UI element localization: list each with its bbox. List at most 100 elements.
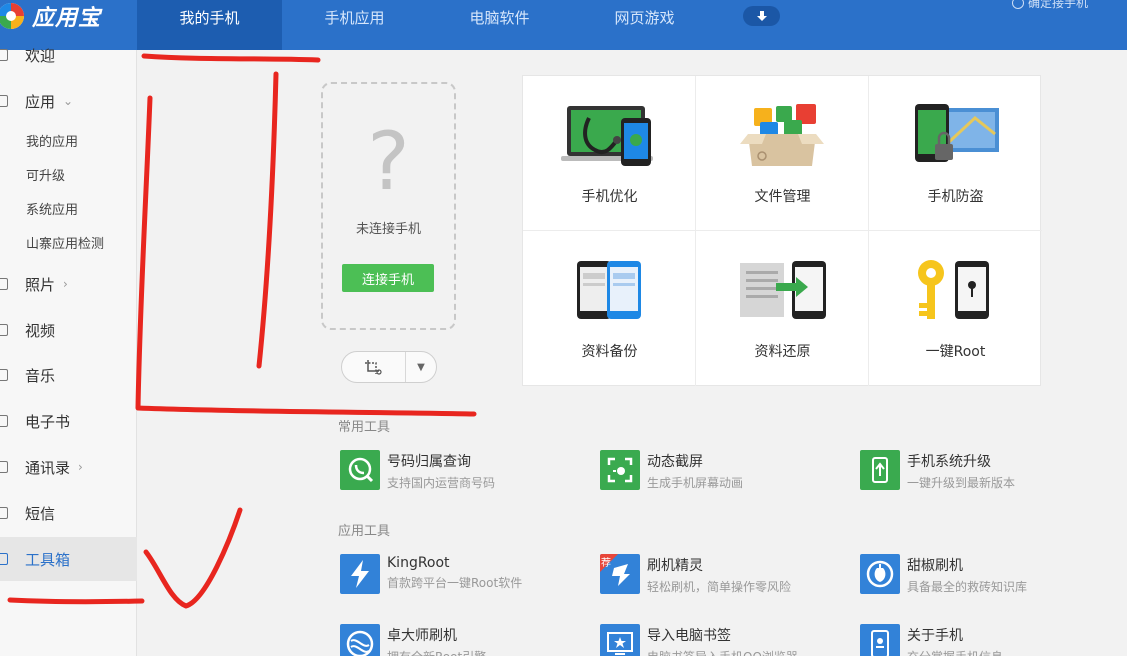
video-icon [0,324,8,336]
connect-phone-label: 确定接手机 [1028,0,1089,10]
feature-anti-theft[interactable]: 手机防盗 [869,76,1042,231]
annotation-check-mark [143,507,243,609]
sidebar-sub-fake-app-check[interactable]: 山寨应用检测 [26,233,104,252]
sidebar-item-videos[interactable]: 视频 [0,318,137,342]
sidebar-sub-system-apps[interactable]: 系统应用 [26,199,78,218]
tool-kingroot[interactable]: KingRoot 首款跨平台一键Root软件 [340,554,522,594]
contacts-icon [0,461,8,473]
feature-label: 手机防盗 [927,189,984,205]
sidebar-item-label: 应用 [25,92,56,111]
feature-restore[interactable]: 资料还原 [696,231,869,386]
tool-pepper-flash[interactable]: 甜椒刷机 具备最全的救砖知识库 [860,554,1027,595]
tool-description: 充分掌握手机信息 [907,648,1003,656]
connect-status-icon [1012,0,1024,9]
backup-icon [577,261,641,319]
feature-file-manage[interactable]: 文件管理 [696,76,869,231]
tab-web-games[interactable]: 网页游戏 [572,0,717,50]
tool-name: 动态截屏 [647,454,703,470]
screenshot-button[interactable] [342,352,406,382]
phone-optimize-icon [561,106,653,166]
feature-label: 文件管理 [754,189,811,205]
tool-description: 电脑书签导入手机QQ浏览器 [647,648,798,656]
screen-capture-icon [600,450,640,490]
tool-import-bookmarks[interactable]: 导入电脑书签 电脑书签导入手机QQ浏览器 [600,624,798,656]
sidebar-item-apps[interactable]: 应用 ⌄ [0,89,137,113]
download-button[interactable] [743,6,780,26]
tab-my-phone[interactable]: 我的手机 [137,0,282,50]
tab-phone-apps[interactable]: 手机应用 [282,0,427,50]
anti-theft-icon [915,104,999,162]
screenshot-split-button: ▼ [341,351,437,383]
feature-grid: 手机优化 文件管理 手机防盗 资料备份 资料还原 一键Root [522,75,1042,386]
feature-backup[interactable]: 资料备份 [523,231,696,386]
sidebar-item-label: 短信 [25,504,56,523]
tool-description: 轻松刷机，简单操作零风险 [647,580,792,594]
feature-label: 资料备份 [581,344,638,360]
sidebar-item-music[interactable]: 音乐 [0,363,137,387]
sidebar-item-toolbox[interactable]: 工具箱 [0,537,137,581]
message-icon [0,507,8,519]
tool-system-upgrade[interactable]: 手机系统升级 一键升级到最新版本 [860,450,1015,491]
tool-name: 手机系统升级 [907,454,991,470]
music-icon [0,369,8,381]
sidebar-item-sms[interactable]: 短信 [0,501,137,525]
bookmark-import-icon [600,624,640,656]
feature-label: 手机优化 [581,189,638,205]
app-title: 应用宝 [32,6,102,31]
tool-name: 导入电脑书签 [647,628,731,644]
tool-master-flash[interactable]: 卓大师刷机 拥有全新Root引擎 [340,624,486,656]
tool-name: 甜椒刷机 [907,558,963,574]
section-title-app-tools: 应用工具 [338,524,391,539]
system-upgrade-icon [860,450,900,490]
tool-name: 关于手机 [907,628,963,644]
tool-flash-spirit[interactable]: 荐 刷机精灵 轻松刷机，简单操作零风险 [600,554,791,595]
feature-label: 一键Root [925,344,986,360]
connect-phone-button[interactable]: 连接手机 [342,264,434,292]
recommend-badge: 荐 [601,558,611,569]
phone-search-icon [340,450,380,490]
welcome-icon [0,49,8,61]
tool-name: 卓大师刷机 [387,628,457,644]
root-key-icon [918,260,989,319]
photo-icon [0,278,8,290]
sidebar-item-label: 电子书 [25,412,71,431]
file-manage-icon [740,104,824,166]
toolbox-icon [0,553,8,565]
book-icon [0,415,8,427]
feature-phone-optimize[interactable]: 手机优化 [523,76,696,231]
top-bar: 应用宝 我的手机 手机应用 电脑软件 网页游戏 确定接手机 [0,0,1127,50]
app-logo: 应用宝 [0,0,101,32]
main-nav: 我的手机 手机应用 电脑软件 网页游戏 [137,0,717,50]
sidebar-sub-my-apps[interactable]: 我的应用 [26,131,78,150]
sidebar-item-photos[interactable]: 照片 › [0,272,137,296]
chevron-down-icon: ⌄ [63,94,74,108]
sidebar-item-label: 通讯录 [25,458,71,477]
tool-dynamic-screenshot[interactable]: 动态截屏 生成手机屏幕动画 [600,450,743,491]
lightning-icon [340,554,380,594]
sidebar-item-contacts[interactable]: 通讯录 › [0,455,137,479]
tool-phone-number-lookup[interactable]: 号码归属查询 支持国内运营商号码 [340,450,495,491]
tool-description: 一键升级到最新版本 [907,476,1016,490]
connect-phone-link[interactable]: 确定接手机 [1012,0,1088,11]
sidebar-item-label: 照片 [25,275,56,294]
section-title-common-tools: 常用工具 [338,420,391,435]
crop-screenshot-icon [364,360,382,375]
feature-one-click-root[interactable]: 一键Root [869,231,1042,386]
sidebar-item-welcome[interactable]: 欢迎 [0,44,137,66]
sidebar-sub-upgradable[interactable]: 可升级 [26,165,65,184]
phone-placeholder-card: ? 未连接手机 连接手机 [321,82,456,330]
sidebar-item-label: 工具箱 [25,550,71,569]
sidebar-item-ebooks[interactable]: 电子书 [0,409,137,433]
annotation-underline-tab [141,53,321,63]
chevron-right-icon: › [78,460,83,474]
pepper-flash-icon [860,554,900,594]
chevron-right-icon: › [63,277,68,291]
sidebar-item-label: 欢迎 [25,46,56,65]
tool-name: 号码归属查询 [387,454,471,470]
tool-about-phone[interactable]: 关于手机 充分掌握手机信息 [860,624,1003,656]
chevron-down-icon[interactable]: ▼ [406,352,436,382]
sidebar-item-label: 视频 [25,321,56,340]
tab-pc-software[interactable]: 电脑软件 [427,0,572,50]
feature-label: 资料还原 [754,344,811,360]
question-mark-icon: ? [367,115,410,208]
